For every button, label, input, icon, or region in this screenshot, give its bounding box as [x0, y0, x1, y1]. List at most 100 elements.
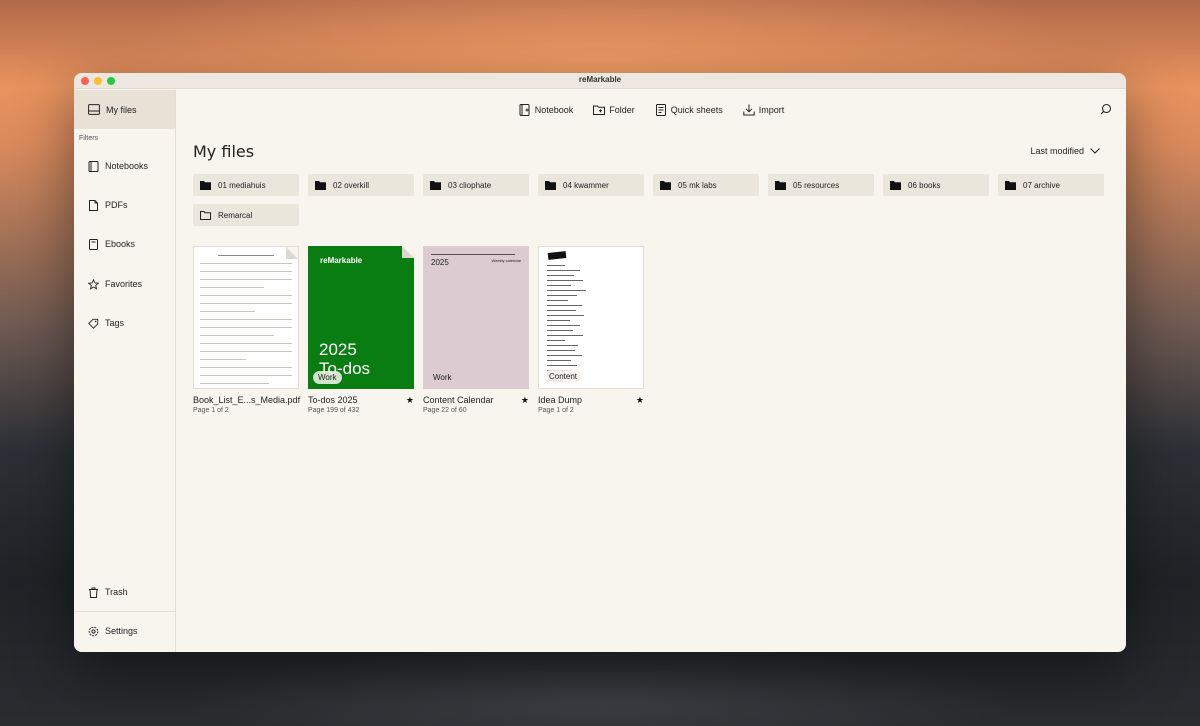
cover-brand: reMarkable: [320, 256, 363, 265]
folder-name: 02 overkill: [333, 180, 370, 190]
import-label: Import: [758, 104, 785, 115]
folder-item[interactable]: 01 mediahuis: [193, 174, 299, 196]
file-thumbnail: reMarkable 2025 To-dos Work: [308, 246, 414, 389]
file-name-row: Content Calendar ★: [423, 395, 529, 405]
new-folder-button[interactable]: Folder: [593, 104, 635, 116]
folder-plus-icon: [593, 105, 606, 115]
page-fold: [402, 246, 414, 258]
folder-name: 03 cliophate: [448, 180, 492, 190]
folder-item[interactable]: 05 resources: [768, 174, 874, 196]
sidebar-item-settings[interactable]: Settings: [74, 624, 138, 638]
folder-name: 07 archive: [1023, 180, 1060, 190]
folder-item[interactable]: 02 overkill: [308, 174, 414, 196]
sidebar-item-label: Trash: [105, 587, 128, 597]
sidebar-item-label: My files: [106, 104, 137, 115]
folder-icon: [200, 180, 211, 190]
folder-icon: [1005, 180, 1016, 190]
star-filled-icon[interactable]: ★: [636, 395, 644, 406]
sidebar-item-label: Tags: [105, 318, 125, 328]
sidebar-item-ebooks[interactable]: Ebooks: [74, 237, 135, 251]
tag-icon: [88, 318, 99, 329]
quick-sheets-button[interactable]: Quick sheets: [655, 103, 723, 116]
file-name-row: To-dos 2025 ★: [308, 395, 414, 405]
main-content: Notebook Folder Quick sheets Import My f…: [177, 90, 1126, 652]
cover-year: 2025: [431, 258, 449, 267]
sidebar-item-tags[interactable]: Tags: [74, 316, 124, 330]
sidebar-item-pdfs[interactable]: PDFs: [74, 198, 128, 212]
cover-label: Weekly calendar: [491, 258, 522, 263]
download-icon: [743, 104, 755, 115]
file-name: Idea Dump: [538, 395, 583, 405]
folder-name: 05 resources: [793, 180, 840, 190]
new-notebook-label: Notebook: [534, 104, 574, 115]
folder-item[interactable]: 03 cliophate: [423, 174, 529, 196]
document-text-preview: [200, 255, 292, 388]
page-title: My files: [193, 142, 255, 161]
trash-icon: [89, 587, 98, 598]
folder-name: Remarcal: [218, 210, 253, 220]
file-tag[interactable]: Work: [428, 371, 457, 384]
sidebar: My files Filters Notebooks PDFs Ebooks F…: [74, 90, 176, 652]
ebook-icon: [89, 238, 98, 250]
folder-item[interactable]: 04 kwammer: [538, 174, 644, 196]
sidebar-item-label: PDFs: [105, 200, 128, 210]
file-card[interactable]: reMarkable 2025 To-dos Work To-dos 2025 …: [308, 246, 414, 414]
import-button[interactable]: Import: [743, 104, 785, 116]
folder-name: 04 kwammer: [563, 180, 609, 190]
sidebar-item-label: Favorites: [105, 279, 143, 289]
sort-dropdown[interactable]: Last modified: [1030, 146, 1100, 156]
star-filled-icon[interactable]: ★: [521, 395, 529, 406]
star-filled-icon[interactable]: ★: [406, 395, 414, 406]
sidebar-item-label: Settings: [105, 626, 138, 636]
file-name: Book_List_E...s_Media.pdf: [193, 395, 301, 405]
sidebar-item-trash[interactable]: Trash: [74, 585, 128, 599]
file-card[interactable]: 2025 Weekly calendar Work Content Calend…: [423, 246, 529, 414]
folder-icon: [890, 180, 901, 190]
quick-sheets-label: Quick sheets: [670, 104, 723, 115]
pdf-icon: [89, 199, 98, 211]
app-window: reMarkable My files Filters Notebooks PD…: [74, 73, 1126, 652]
file-page-info: Page 199 of 432: [308, 407, 360, 414]
sidebar-item-my-files[interactable]: My files: [74, 90, 175, 129]
file-tag[interactable]: Work: [313, 371, 342, 384]
chevron-down-icon: [1090, 148, 1100, 154]
file-card[interactable]: Book_List_E...s_Media.pdf Page 1 of 2: [193, 246, 301, 414]
folder-item[interactable]: 06 books: [883, 174, 989, 196]
folder-icon: [545, 180, 556, 190]
sidebar-item-notebooks[interactable]: Notebooks: [74, 159, 148, 173]
folder-icon: [660, 180, 671, 190]
cover-year: 2025: [319, 340, 357, 359]
search-icon[interactable]: [1100, 103, 1112, 115]
file-page-info: Page 1 of 2: [538, 407, 574, 414]
folder-name: 06 books: [908, 180, 941, 190]
handwriting-preview: [547, 265, 607, 385]
window-title: reMarkable: [578, 75, 622, 84]
file-thumbnail: Content: [538, 246, 644, 389]
folder-icon: [430, 180, 441, 190]
folder-icon: [315, 180, 326, 190]
file-page-info: Page 22 of 60: [423, 407, 467, 414]
new-notebook-button[interactable]: Notebook: [519, 103, 574, 116]
file-name: To-dos 2025: [308, 395, 358, 405]
folder-item[interactable]: 05 mk labs: [653, 174, 759, 196]
quick-sheets-icon: [655, 103, 666, 116]
file-page-info: Page 1 of 2: [193, 407, 229, 414]
toolbar: Notebook Folder Quick sheets Import: [177, 90, 1126, 129]
folder-item[interactable]: Remarcal: [193, 204, 299, 226]
sidebar-item-label: Notebooks: [105, 161, 149, 171]
folder-name: 05 mk labs: [678, 180, 717, 190]
sort-label: Last modified: [1030, 146, 1084, 156]
handwritten-title-mark: [547, 251, 567, 260]
file-name: Content Calendar: [423, 395, 494, 405]
file-card[interactable]: Content Idea Dump ★ Page 1 of 2: [538, 246, 644, 414]
file-thumbnail: [193, 246, 299, 389]
notebook-plus-icon: [519, 103, 530, 116]
sidebar-item-favorites[interactable]: Favorites: [74, 277, 142, 291]
folder-name: 01 mediahuis: [218, 180, 266, 190]
folder-item[interactable]: 07 archive: [998, 174, 1104, 196]
file-thumbnail: 2025 Weekly calendar Work: [423, 246, 529, 389]
file-tag[interactable]: Content: [544, 370, 583, 383]
title-bar: reMarkable: [74, 73, 1126, 89]
notebook-icon: [88, 160, 99, 172]
sidebar-item-label: Ebooks: [105, 239, 136, 249]
